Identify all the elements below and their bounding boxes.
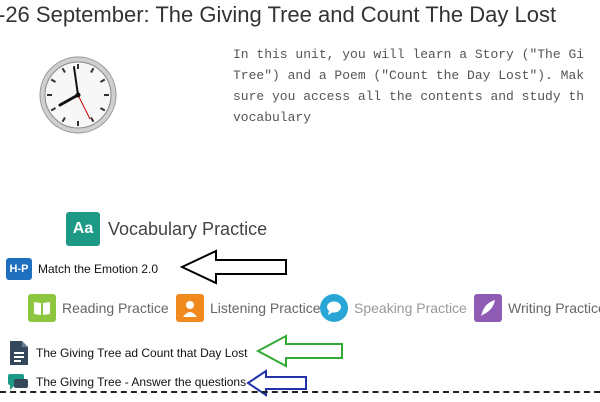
writing-practice-item[interactable]: Writing Practice bbox=[474, 294, 600, 322]
clock-image bbox=[38, 55, 118, 140]
section-divider bbox=[0, 391, 600, 393]
unit-intro-text: In this unit, you will learn a Story ("T… bbox=[233, 47, 585, 125]
listener-icon bbox=[176, 294, 204, 322]
reading-practice-item[interactable]: Reading Practice bbox=[28, 294, 169, 322]
activity-match-the-emotion[interactable]: H-P Match the Emotion 2.0 bbox=[6, 258, 158, 280]
speaking-practice-item[interactable]: Speaking Practice bbox=[320, 294, 467, 322]
vocabulary-practice-label: Vocabulary Practice bbox=[108, 218, 268, 239]
writing-practice-label: Writing Practice bbox=[508, 300, 600, 316]
aa-icon: Aa bbox=[66, 212, 100, 246]
speech-bubble-icon bbox=[320, 294, 348, 322]
quill-icon bbox=[474, 294, 502, 322]
reading-practice-label: Reading Practice bbox=[62, 300, 169, 316]
activity-giving-tree-document[interactable]: The Giving Tree ad Count that Day Lost bbox=[8, 340, 247, 366]
listening-practice-label: Listening Practice bbox=[210, 300, 321, 316]
vocabulary-practice-section[interactable]: Aa Vocabulary Practice bbox=[66, 212, 267, 246]
black-arrow-annotation bbox=[179, 248, 290, 291]
activity-label: Match the Emotion 2.0 bbox=[38, 262, 159, 276]
activity-label: The Giving Tree - Answer the questions bbox=[36, 375, 247, 389]
green-arrow-annotation bbox=[255, 333, 346, 374]
activity-label: The Giving Tree ad Count that Day Lost bbox=[36, 346, 248, 360]
page-title: -26 September: The Giving Tree and Count… bbox=[0, 2, 557, 27]
blue-arrow-annotation bbox=[246, 369, 310, 402]
document-icon bbox=[8, 340, 30, 366]
book-icon bbox=[28, 294, 56, 322]
h5p-icon: H-P bbox=[6, 258, 32, 280]
listening-practice-item[interactable]: Listening Practice bbox=[176, 294, 321, 322]
speaking-practice-label: Speaking Practice bbox=[354, 300, 467, 316]
